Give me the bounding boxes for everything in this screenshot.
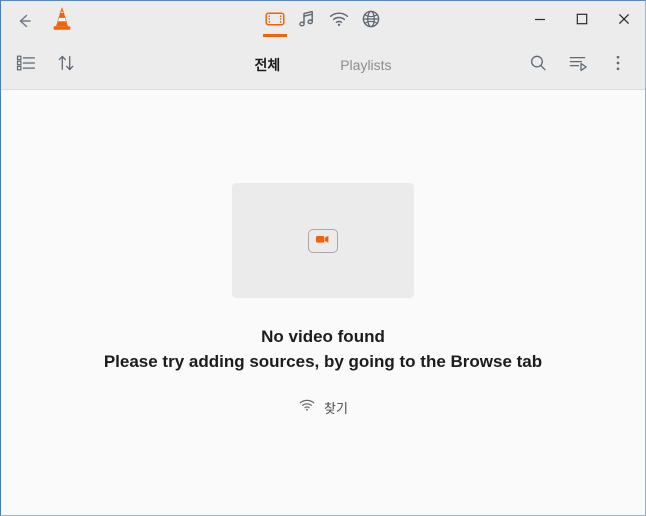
back-arrow-icon [14,11,34,31]
minimize-button[interactable] [519,1,561,41]
library-toolbar: 전체 Playlists [1,41,645,90]
globe-icon [360,9,382,34]
more-options-button[interactable] [603,50,633,80]
titlebar-left-group [1,5,79,37]
playlist-queue-button[interactable] [563,50,593,80]
vlc-main-window: 전체 Playlists No video found Please try a… [0,0,646,516]
browse-action-link[interactable]: 찾기 [298,397,348,418]
tab-music[interactable] [292,2,322,40]
empty-state-subtitle: Please try adding sources, by going to t… [103,352,543,371]
empty-state-thumbnail [232,183,414,298]
tab-video[interactable] [260,2,290,40]
video-camera-icon [314,232,332,250]
subtab-all[interactable]: 전체 [254,55,280,75]
empty-state-title: No video found [261,327,385,346]
toolbar-left-group [1,50,81,80]
wifi-icon [328,9,350,34]
music-note-icon [296,9,318,34]
video-camera-icon-frame [308,228,338,253]
toolbar-right-group [523,50,645,80]
close-button[interactable] [603,1,645,41]
overflow-menu-icon [607,52,629,79]
sort-arrows-icon [55,52,77,79]
video-filmstrip-icon [264,9,286,34]
vlc-cone-logo-icon [49,5,75,38]
app-logo-button[interactable] [45,5,79,37]
browse-action-label: 찾기 [324,401,348,416]
back-button[interactable] [7,5,41,37]
close-icon [616,11,632,32]
maximize-button[interactable] [561,1,603,41]
list-view-icon [15,52,37,79]
search-icon [527,52,549,79]
maximize-icon [574,11,590,32]
subtab-playlists[interactable]: Playlists [340,57,391,73]
tab-browse[interactable] [356,2,386,40]
wifi-icon [298,397,316,418]
view-mode-button[interactable] [11,50,41,80]
library-content-area: No video found Please try adding sources… [1,90,645,515]
window-controls [519,1,645,41]
tab-video-active-indicator [263,34,287,37]
title-bar [1,1,645,41]
tab-network[interactable] [324,2,354,40]
playlist-play-icon [567,52,589,79]
minimize-icon [532,11,548,32]
sort-button[interactable] [51,50,81,80]
search-button[interactable] [523,50,553,80]
